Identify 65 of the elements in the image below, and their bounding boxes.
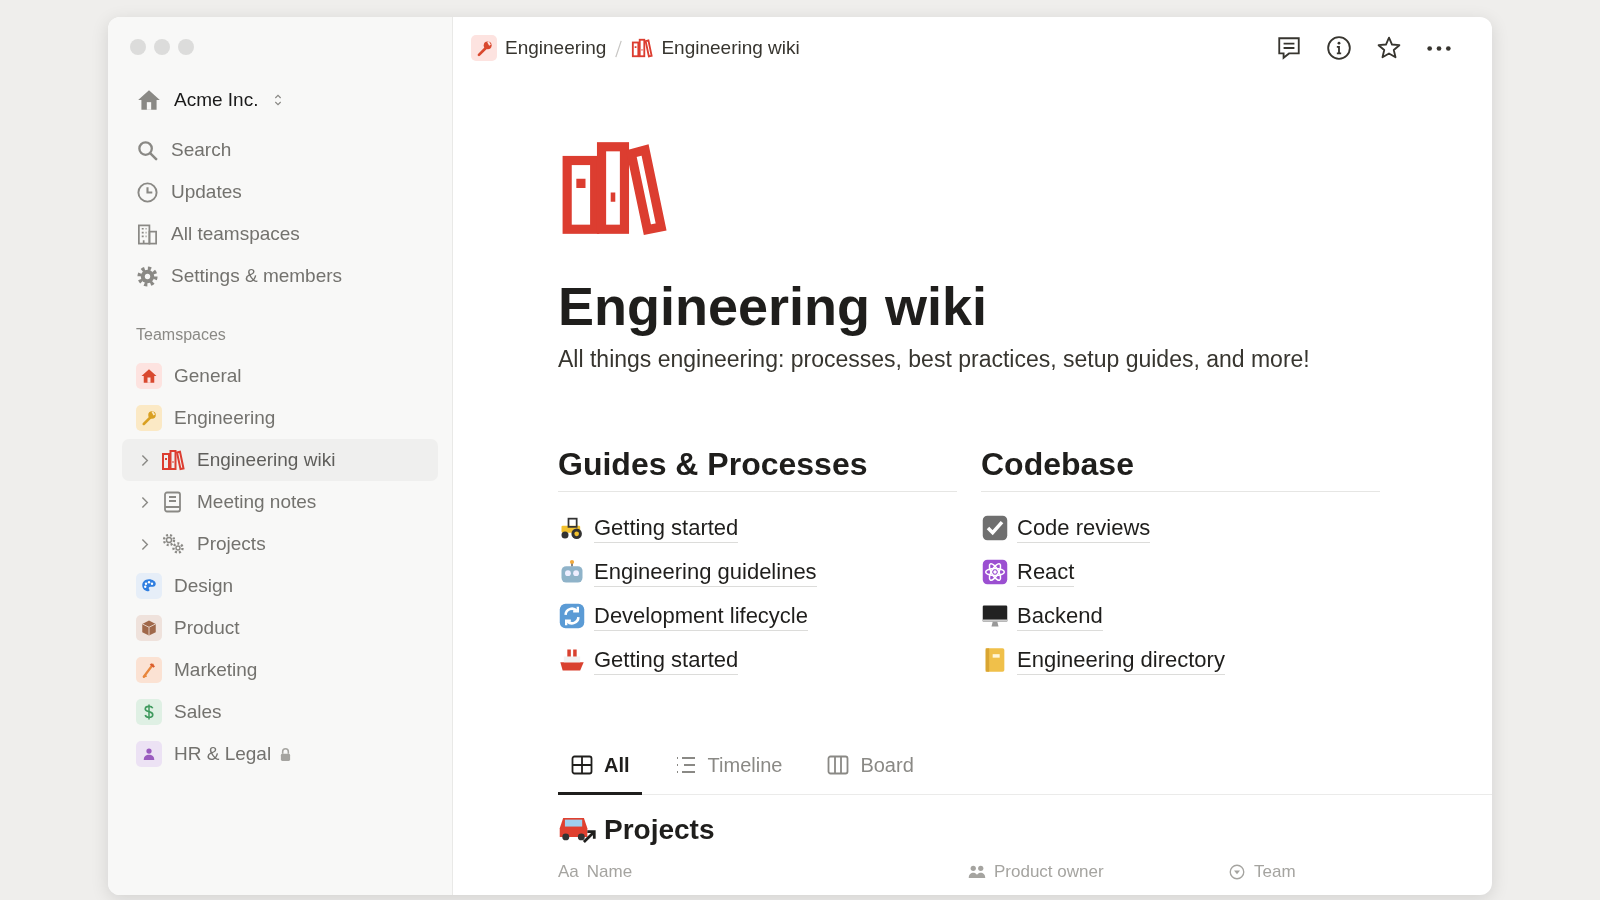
status-icon — [1228, 863, 1246, 882]
wrench-icon — [471, 35, 497, 61]
sidebar-item[interactable]: Settings & members — [122, 255, 438, 297]
checkbox-icon — [981, 514, 1009, 543]
section-label: Teamspaces — [135, 325, 227, 345]
more-icon[interactable] — [1426, 44, 1452, 52]
breadcrumb-link[interactable]: Engineering — [471, 33, 607, 63]
page-link[interactable]: Engineering guidelines — [594, 558, 817, 587]
clock-icon — [136, 180, 159, 204]
car-icon — [558, 816, 596, 845]
type-glyph: Aa — [558, 861, 579, 884]
sidebar-item[interactable]: Engineering — [122, 397, 438, 439]
section-heading: Codebase — [981, 444, 1380, 493]
comment-icon[interactable] — [1276, 35, 1302, 61]
books-icon — [631, 37, 654, 59]
column-header[interactable]: Product owner — [968, 859, 1228, 885]
sidebar-item[interactable]: General — [122, 355, 438, 397]
search-icon — [136, 138, 159, 162]
gears-icon — [161, 532, 185, 556]
column-header[interactable]: Aa Name — [558, 859, 968, 885]
column-label: Product owner — [994, 861, 1104, 884]
sidebar-item[interactable]: Design — [122, 565, 438, 607]
wrench-icon — [136, 405, 162, 431]
workspace-switcher[interactable]: Acme Inc. — [122, 79, 438, 121]
page-description: All things engineering: processes, best practices, setup guides, and more! — [558, 345, 1311, 375]
building-icon — [136, 222, 159, 246]
refresh-icon — [558, 602, 586, 631]
database-title: Projects — [604, 813, 715, 848]
page-link[interactable]: React — [1017, 558, 1075, 587]
house-icon — [136, 363, 162, 389]
sidebar-item[interactable]: Meeting notes — [122, 481, 438, 523]
pencil-icon — [136, 657, 162, 683]
page-title: Engineering wiki — [558, 277, 989, 337]
star-icon[interactable] — [1376, 35, 1402, 61]
sidebar-item[interactable]: Projects — [122, 523, 438, 565]
view-tab[interactable]: Board — [814, 742, 926, 796]
sidebar-item[interactable]: Sales — [122, 691, 438, 733]
sidebar-item[interactable]: Engineering wiki — [122, 439, 438, 481]
sidebar-item[interactable]: HR & Legal — [122, 733, 438, 775]
sidebar-item[interactable]: Product — [122, 607, 438, 649]
breadcrumb-link[interactable]: Engineering wiki — [631, 33, 800, 63]
column-header[interactable]: Team — [1228, 859, 1428, 885]
books-icon — [161, 448, 185, 472]
sidebar-item[interactable]: All teamspaces — [122, 213, 438, 255]
person-icon — [136, 741, 162, 767]
palette-icon — [136, 573, 162, 599]
page-link[interactable]: Code reviews — [1017, 514, 1151, 543]
page-link[interactable]: Getting started — [594, 646, 739, 675]
info-icon[interactable] — [1326, 35, 1352, 61]
sidebar-item[interactable]: Marketing — [122, 649, 438, 691]
view-tab[interactable]: Timeline — [661, 742, 795, 796]
section-heading: Guides & Processes — [558, 444, 957, 493]
box-icon — [136, 615, 162, 641]
column-label: Name — [586, 861, 633, 884]
settings-icon — [136, 264, 159, 288]
sidebar-item[interactable]: Updates — [122, 171, 438, 213]
page-link[interactable]: Getting started — [594, 514, 739, 543]
column-label: Team — [1254, 861, 1296, 884]
dollar-icon — [136, 699, 162, 725]
page-link[interactable]: Engineering directory — [1017, 646, 1225, 675]
view-tab[interactable]: All — [558, 742, 642, 796]
page-link[interactable]: Backend — [1017, 602, 1103, 631]
page-link[interactable]: Development lifecycle — [594, 602, 808, 631]
atom-icon — [981, 558, 1009, 587]
sidebar-item[interactable]: Search — [122, 129, 438, 171]
